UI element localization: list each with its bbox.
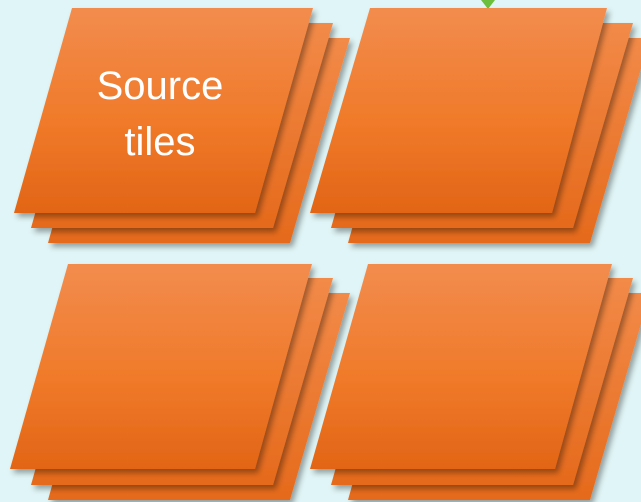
tile-label-source: Source tiles [96, 64, 224, 164]
diagram-canvas: Source tiles [0, 0, 641, 502]
tile-stack-4 [310, 264, 641, 500]
tile-stack-2 [310, 8, 641, 243]
arrow-head-icon [481, 0, 495, 9]
tile-stack-3 [10, 264, 350, 500]
